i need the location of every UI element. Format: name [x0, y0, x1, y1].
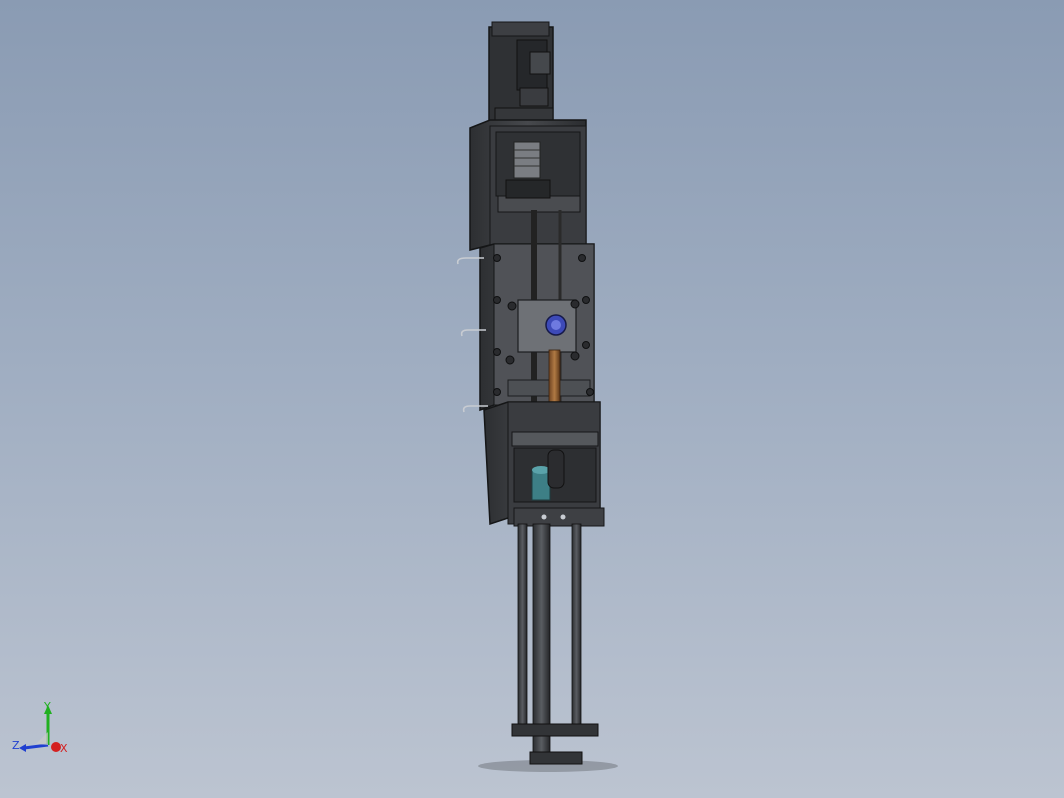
- view-orientation-triad[interactable]: [19, 705, 61, 752]
- servo-motor[interactable]: [488, 21, 554, 123]
- graphics-viewport[interactable]: Y Z X: [0, 0, 1064, 798]
- bottom-plate: [513, 507, 605, 527]
- cad-model-canvas[interactable]: Y Z X: [0, 0, 1064, 798]
- triad-y-label: Y: [43, 700, 51, 713]
- triad-x-label: X: [60, 742, 68, 755]
- triad-z-label: Z: [12, 739, 20, 752]
- foot-plate: [511, 723, 599, 765]
- pressure-sensor: [545, 314, 567, 336]
- lower-housing[interactable]: [483, 401, 601, 526]
- guide-rods: [517, 523, 582, 753]
